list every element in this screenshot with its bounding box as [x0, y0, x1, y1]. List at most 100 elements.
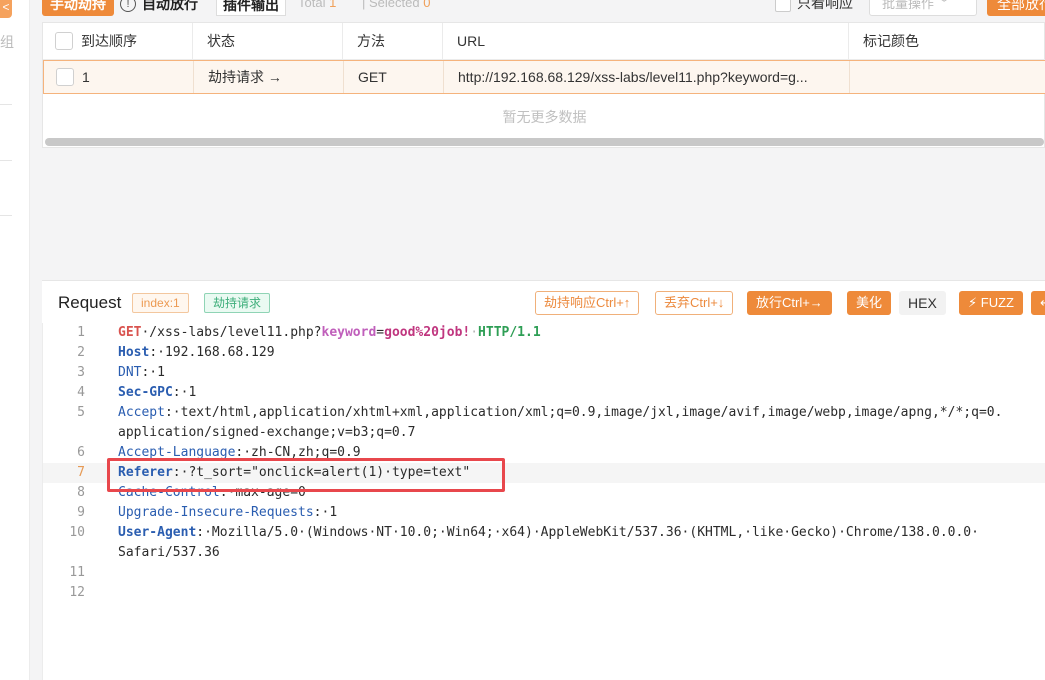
request-editor[interactable]: 1 GET·/xss-labs/level11.php?keyword=good…	[42, 323, 1045, 680]
row-checkbox[interactable]	[56, 67, 74, 86]
header-name: Sec-GPC	[118, 385, 173, 400]
sidebar-partial-label: 组	[0, 34, 14, 50]
header-name: Upgrade-Insecure-Requests	[118, 505, 314, 520]
plugin-output-button[interactable]: 插件输出	[216, 0, 286, 16]
info-icon[interactable]: !	[120, 0, 136, 12]
line-number: 10	[69, 525, 85, 540]
header-line: Host:·192.168.68.129	[118, 343, 275, 363]
empty-message: 暂无更多数据	[502, 109, 587, 125]
header-name: Accept	[118, 405, 165, 420]
discard-button[interactable]: 丢弃Ctrl+↓	[655, 291, 734, 315]
beautify-button[interactable]: 美化	[847, 291, 892, 315]
line-number: 4	[77, 385, 85, 400]
code-line: 5 Accept:·text/html,application/xhtml+xm…	[43, 403, 1045, 423]
http-protocol: HTTP/1.1	[478, 325, 541, 340]
col-order[interactable]: 到达顺序	[43, 23, 193, 59]
request-title: Request	[58, 293, 122, 312]
col-mark-color[interactable]: 标记颜色	[849, 23, 1045, 59]
collapse-button[interactable]: <	[0, 0, 12, 18]
workspace: 手动劫持 ! 自动放行 插件输出 Total 1 | Selected 0 只看…	[30, 0, 1045, 680]
line-number: 6	[77, 445, 85, 460]
row-mark-color[interactable]	[850, 61, 1045, 93]
request-path: ·/xss-labs/level11.php?	[141, 325, 322, 340]
only-response-label: 只看响应	[797, 0, 853, 11]
col-order-label: 到达顺序	[81, 33, 137, 49]
sidebar-divider	[0, 104, 12, 105]
row-method: GET	[344, 61, 444, 93]
manual-hijack-button[interactable]: 手动劫持	[42, 0, 114, 16]
code-line: 10 User-Agent:·Mozilla/5.0·(Windows·NT·1…	[43, 523, 1045, 543]
line-number: 8	[77, 485, 85, 500]
line-number: 9	[77, 505, 85, 520]
header-name: User-Agent	[118, 525, 197, 540]
line-number: 5	[77, 405, 85, 420]
request-header: Request index:1 劫持请求 劫持响应Ctrl+↑ 丢弃Ctrl+↓…	[42, 281, 1045, 323]
select-all-checkbox[interactable]	[55, 31, 73, 50]
col-method[interactable]: 方法	[343, 23, 443, 59]
code-line-continuation: application/signed-exchange;v=b3;q=0.7	[43, 423, 1045, 443]
sidebar-divider	[0, 160, 12, 161]
lightning-icon: ⚡	[968, 295, 978, 310]
selected-value: 0	[423, 0, 431, 10]
header-value: :·Mozilla/5.0·(Windows·NT·10.0;·Win64;·x…	[196, 525, 979, 540]
row-url: http://192.168.68.129/xss-labs/level11.p…	[444, 61, 850, 93]
line-number: 12	[69, 585, 85, 600]
table-header: 到达顺序 状态 方法 URL 标记颜色	[43, 23, 1045, 60]
code-line-continuation: Safari/537.36	[43, 543, 1045, 563]
header-line: Upgrade-Insecure-Requests:·1	[118, 503, 337, 523]
referer-highlight-box	[107, 458, 505, 492]
auto-release-button[interactable]: 自动放行	[142, 0, 198, 16]
query-param-value: good%20job!	[384, 325, 471, 340]
only-response-checkbox[interactable]	[775, 0, 791, 13]
horizontal-scrollbar[interactable]	[45, 138, 1044, 146]
row-order: 1	[44, 61, 194, 93]
request-table: 到达顺序 状态 方法 URL 标记颜色 1 劫持请求 → GET http://…	[42, 22, 1045, 148]
release-button[interactable]: 放行Ctrl+→	[747, 291, 832, 315]
code-line: 11	[43, 563, 1045, 583]
code-line: 2 Host:·192.168.68.129	[43, 343, 1045, 363]
code-line: 9 Upgrade-Insecure-Requests:·1	[43, 503, 1045, 523]
col-status[interactable]: 状态	[193, 23, 343, 59]
row-status: 劫持请求 →	[194, 61, 344, 93]
release-all-button[interactable]: 全部放行	[987, 0, 1045, 16]
selected-count: | Selected 0	[362, 0, 430, 14]
batch-ops-select[interactable]: 批量操作 ﹀	[869, 0, 977, 16]
header-line: Sec-GPC:·1	[118, 383, 196, 403]
line-number: 3	[77, 365, 85, 380]
only-response-toggle[interactable]: 只看响应	[775, 0, 853, 14]
line-number: 1	[77, 325, 85, 340]
header-value: :·1	[172, 385, 197, 400]
hijack-response-button[interactable]: 劫持响应Ctrl+↑	[535, 291, 640, 315]
total-label: Total	[298, 0, 326, 10]
col-url[interactable]: URL	[443, 23, 849, 59]
line-number: 2	[77, 345, 85, 360]
selected-label: Selected	[369, 0, 420, 10]
query-param-name: keyword	[321, 325, 377, 340]
line-number: 11	[69, 565, 85, 580]
chevron-down-icon: ﹀	[937, 0, 951, 11]
code-line: 12	[43, 583, 1045, 603]
header-value: :·1	[141, 365, 165, 380]
header-name: DNT	[118, 365, 142, 380]
line-number: 7	[77, 465, 85, 480]
fuzz-button[interactable]: ⚡ FUZZ	[959, 291, 1023, 315]
code-line: 3 DNT:·1	[43, 363, 1045, 383]
hex-button[interactable]: HEX	[899, 291, 946, 315]
total-count: Total 1	[298, 0, 336, 14]
header-value: :·text/html,application/xhtml+xml,applic…	[164, 405, 1003, 420]
code-line: 1 GET·/xss-labs/level11.php?keyword=good…	[43, 323, 1045, 343]
request-line: GET·/xss-labs/level11.php?keyword=good%2…	[118, 325, 541, 340]
fuzz-label: FUZZ	[980, 295, 1014, 310]
header-line: DNT:·1	[118, 363, 165, 383]
query-eq: =	[376, 325, 385, 340]
left-sidebar-edge: < 组	[0, 0, 30, 680]
hijack-request-tag: 劫持请求	[204, 293, 271, 313]
index-tag: index:1	[132, 293, 189, 313]
header-value-continuation: Safari/537.36	[118, 545, 220, 560]
http-method: GET	[118, 325, 142, 340]
row-order-value: 1	[82, 69, 90, 85]
table-row[interactable]: 1 劫持请求 → GET http://192.168.68.129/xss-l…	[43, 60, 1045, 94]
header-value: :·192.168.68.129	[149, 345, 275, 360]
back-arrow-button[interactable]: ↩	[1031, 291, 1045, 315]
header-line: Accept:·text/html,application/xhtml+xml,…	[118, 403, 1002, 423]
